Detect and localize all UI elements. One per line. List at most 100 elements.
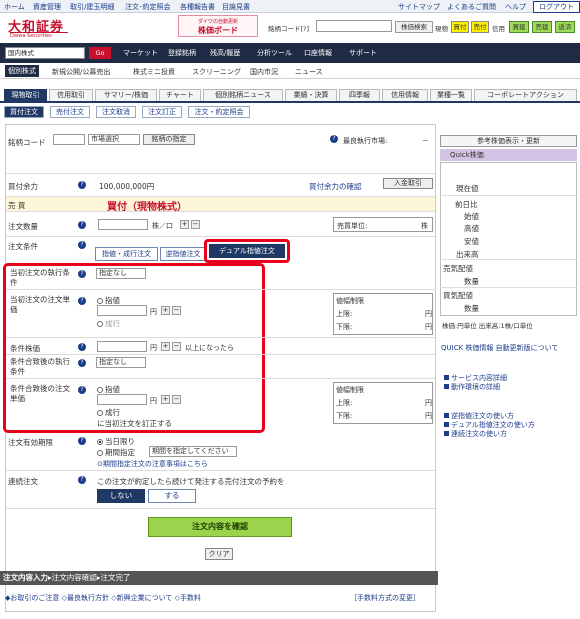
help-icon[interactable]: ? xyxy=(330,135,338,143)
cond-price-input[interactable] xyxy=(97,341,147,352)
qty-minus-button[interactable]: − xyxy=(191,220,200,229)
tab-quarterly[interactable]: 四季報 xyxy=(339,89,380,101)
fee-change-link[interactable]: ［手数料方式の変更］ xyxy=(350,593,420,603)
help-icon[interactable]: ? xyxy=(78,437,86,445)
confirm-order-button[interactable]: 注文内容を確認 xyxy=(148,517,292,537)
subnav-screening[interactable]: スクリーニング xyxy=(192,67,241,77)
header-buy-button[interactable]: 買付 xyxy=(451,21,469,33)
divider xyxy=(440,195,577,196)
specify-stock-button[interactable]: 銘柄の指定 xyxy=(143,134,195,145)
period-select[interactable]: 期間を指定してください xyxy=(149,446,237,457)
go-button[interactable]: Go xyxy=(89,47,111,59)
nav-faq[interactable]: よくあるご質問 xyxy=(447,2,496,12)
chain-yes-button[interactable]: する xyxy=(148,489,196,503)
header-new-sell-button[interactable]: 売建 xyxy=(532,21,552,33)
quick-note-link[interactable]: QUICK 株価情報 自動更新版について xyxy=(441,343,577,353)
code-input[interactable] xyxy=(53,134,85,145)
cond-tab-stop[interactable]: 逆指値注文 xyxy=(160,247,206,261)
nav-assets[interactable]: 資産管理 xyxy=(33,2,61,12)
cond-tab-dual-limit[interactable]: デュアル指値注文 xyxy=(209,244,285,258)
subtab-revise[interactable]: 注文訂正 xyxy=(142,106,182,118)
tab-cash-trading[interactable]: 現物取引 xyxy=(4,89,47,101)
tab-margin-info[interactable]: 信用情報 xyxy=(382,89,428,101)
cond-minus-button[interactable]: − xyxy=(172,342,181,351)
tab-earnings[interactable]: 業績・決算 xyxy=(285,89,337,101)
nav-order-inquiry[interactable]: 注文･約定照会 xyxy=(125,2,171,12)
nav-contents[interactable]: 目論見書 xyxy=(222,2,250,12)
qty-input[interactable] xyxy=(98,219,148,230)
subtab-cancel[interactable]: 注文取消 xyxy=(96,106,136,118)
help-icon[interactable]: ? xyxy=(78,270,86,278)
nav-balance-history[interactable]: 残高/履歴 xyxy=(210,48,240,58)
after-price-input[interactable] xyxy=(97,394,147,405)
stock-board-banner[interactable]: ダイワの自動更新 株価ボード xyxy=(178,15,258,37)
deposit-button[interactable]: 入金取引 xyxy=(383,178,433,189)
product-select[interactable]: 国内株式 xyxy=(5,47,85,59)
footer-link-cautions[interactable]: お取引のご注意 xyxy=(10,594,59,602)
subnav-news[interactable]: ニュース xyxy=(295,67,323,77)
help-icon[interactable]: ? xyxy=(78,343,86,351)
market-radio-1[interactable]: 成行 xyxy=(97,318,120,329)
period-note-link[interactable]: ⊙期間指定注文の注意事項はこちら xyxy=(97,459,208,469)
after-cond-select[interactable]: 指定なし xyxy=(96,357,146,368)
nav-help[interactable]: ヘルプ xyxy=(505,2,526,12)
help-icon[interactable]: ? xyxy=(78,241,86,249)
chain-no-button[interactable]: しない xyxy=(97,489,145,503)
tab-news[interactable]: 個別銘柄ニュース xyxy=(203,89,283,101)
nav-reports[interactable]: 各種報告書 xyxy=(180,2,215,12)
nav-market[interactable]: マーケット xyxy=(123,48,158,58)
nav-account-info[interactable]: 口座情報 xyxy=(304,48,332,58)
after-plus-button[interactable]: + xyxy=(161,395,170,404)
market-radio-2[interactable]: 成行 xyxy=(97,407,120,418)
stock-search-button[interactable]: 株価検索 xyxy=(395,21,433,33)
cond-plus-button[interactable]: + xyxy=(161,342,170,351)
help-icon[interactable]: ? xyxy=(78,297,86,305)
footer-link-emerging[interactable]: 新興企業について xyxy=(117,594,173,602)
after-minus-button[interactable]: − xyxy=(172,395,181,404)
tab-margin-trading[interactable]: 信用取引 xyxy=(49,89,93,101)
nav-home[interactable]: ホーム xyxy=(4,2,25,12)
subnav-stocks[interactable]: 個別株式 xyxy=(5,65,39,77)
subnav-market[interactable]: 国内市況 xyxy=(250,67,278,77)
tab-summary[interactable]: サマリー/株価 xyxy=(95,89,157,101)
tab-industry[interactable]: 業種一覧 xyxy=(430,89,472,101)
period-radio[interactable]: 期間指定 xyxy=(97,447,135,458)
header-code-input[interactable] xyxy=(316,20,392,32)
footer-link-best-execution[interactable]: 最良執行方針 xyxy=(67,594,109,602)
when-cond-select[interactable]: 指定なし xyxy=(96,268,146,279)
help-icon[interactable]: ? xyxy=(78,181,86,189)
qty-plus-button[interactable]: + xyxy=(180,220,189,229)
today-radio[interactable]: 当日限り xyxy=(97,436,135,447)
help-icon[interactable]: ? xyxy=(78,221,86,229)
footer-link-fees[interactable]: 手数料 xyxy=(180,594,201,602)
nav-support[interactable]: サポート xyxy=(349,48,377,58)
subtab-sell[interactable]: 売付注文 xyxy=(50,106,90,118)
tab-chart[interactable]: チャート xyxy=(159,89,201,101)
link-environment[interactable]: 動作環境の詳細 xyxy=(444,382,500,392)
nav-analysis-tools[interactable]: 分析ツール xyxy=(257,48,292,58)
header-new-buy-button[interactable]: 買建 xyxy=(509,21,529,33)
logout-button[interactable]: ログアウト xyxy=(533,1,580,13)
cond-tab-limit-market[interactable]: 指値・成行注文 xyxy=(95,247,158,261)
clear-button[interactable]: クリア xyxy=(205,548,233,560)
check-power-link[interactable]: 買付余力の確認 xyxy=(309,181,362,192)
subtab-inquiry[interactable]: 注文・約定照会 xyxy=(188,106,250,118)
help-icon[interactable]: ? xyxy=(78,476,86,484)
tab-corporate-action[interactable]: コーポレートアクション xyxy=(474,89,577,101)
when-price-input[interactable] xyxy=(97,305,147,316)
help-icon[interactable]: ? xyxy=(78,386,86,394)
market-select[interactable]: 市場選択 xyxy=(88,134,140,145)
nav-registered[interactable]: 登録銘柄 xyxy=(168,48,196,58)
ref-price-button[interactable]: 参考株価表示・更新 xyxy=(440,135,577,147)
price-plus-button[interactable]: + xyxy=(161,306,170,315)
subnav-ipo[interactable]: 新規公開/公募売出 xyxy=(52,67,110,77)
subnav-mini[interactable]: 株式ミニ投資 xyxy=(133,67,175,77)
link-chain-howto[interactable]: 連続注文の使い方 xyxy=(444,429,507,439)
header-close-button[interactable]: 返済 xyxy=(555,21,575,33)
help-icon[interactable]: ? xyxy=(78,359,86,367)
nav-sitemap[interactable]: サイトマップ xyxy=(398,2,440,12)
nav-trade-history[interactable]: 取引/建玉明細 xyxy=(70,2,114,12)
subtab-buy[interactable]: 買付注文 xyxy=(4,106,44,118)
header-sell-button[interactable]: 売付 xyxy=(471,21,489,33)
price-minus-button[interactable]: − xyxy=(172,306,181,315)
